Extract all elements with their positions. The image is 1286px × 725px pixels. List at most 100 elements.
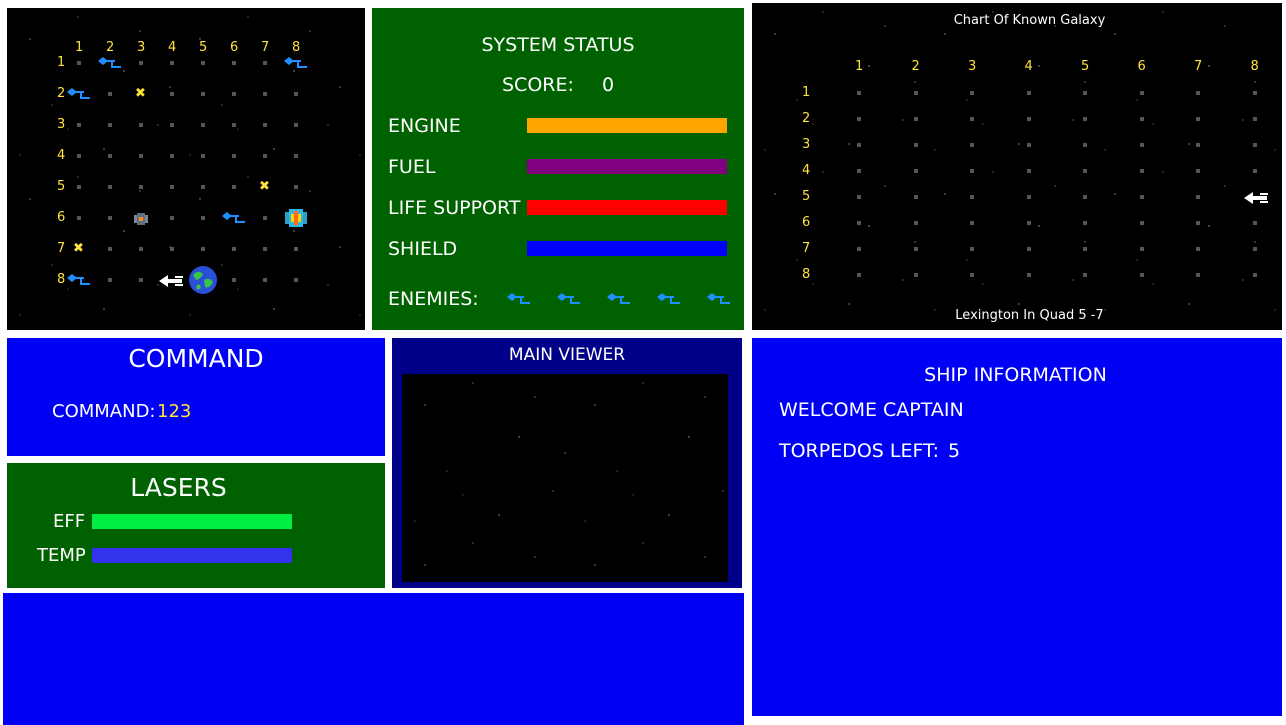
- galaxy-col-label: 2: [911, 59, 920, 74]
- klingon-ship-icon: [222, 210, 246, 226]
- sector-empty-dot: [232, 61, 236, 65]
- sector-col-label: 7: [261, 40, 270, 55]
- starbase-icon: [132, 211, 150, 230]
- enemy-icon: [607, 291, 631, 307]
- ship-info-title: SHIP INFORMATION: [924, 364, 1107, 386]
- sector-col-label: 4: [168, 40, 177, 55]
- sector-empty-dot: [139, 123, 143, 127]
- command-panel: COMMAND COMMAND: 123: [7, 338, 385, 456]
- enemy-icon: [507, 291, 531, 307]
- quadrant-dot: [1139, 195, 1144, 199]
- sector-empty-dot: [232, 92, 236, 96]
- system-label-shield: SHIELD: [388, 238, 458, 260]
- system-bar-engine: [527, 118, 727, 133]
- galaxy-chart-title: Chart Of Known Galaxy: [953, 13, 1106, 28]
- sector-empty-dot: [201, 247, 205, 251]
- starbase-icon: [283, 208, 309, 232]
- sector-empty-dot: [263, 123, 267, 127]
- sector-col-label: 8: [292, 40, 301, 55]
- sector-empty-dot: [232, 123, 236, 127]
- sector-empty-dot: [108, 278, 112, 282]
- sector-empty-dot: [294, 154, 298, 158]
- quadrant-dot: [1026, 195, 1031, 199]
- quadrant-dot: [1139, 143, 1144, 147]
- klingon-ship-icon: [98, 55, 122, 71]
- system-status-panel: SYSTEM STATUS SCORE: 0 ENEMIES: ENGINE FU…: [372, 8, 744, 330]
- sector-empty-dot: [170, 216, 174, 220]
- sector-empty-dot: [170, 61, 174, 65]
- main-viewer-panel: MAIN VIEWER: [392, 338, 742, 588]
- score-label: SCORE:: [502, 74, 574, 96]
- galaxy-row-label: 7: [802, 241, 811, 256]
- sector-empty-dot: [294, 278, 298, 282]
- sector-empty-dot: [263, 61, 267, 65]
- galaxy-col-label: 8: [1250, 59, 1259, 74]
- sector-empty-dot: [77, 154, 81, 158]
- sector-empty-dot: [263, 247, 267, 251]
- quadrant-dot: [1139, 273, 1144, 277]
- star-icon: ✖: [259, 179, 270, 194]
- sector-col-label: 5: [199, 40, 208, 55]
- klingon-ship-icon: [284, 55, 308, 71]
- galaxy-row-label: 1: [802, 85, 811, 100]
- sector-empty-dot: [294, 185, 298, 189]
- torpedos-label: TORPEDOS LEFT:: [779, 440, 940, 462]
- sector-empty-dot: [232, 185, 236, 189]
- galaxy-chart: Chart Of Known Galaxy Lexington In Quad …: [752, 3, 1282, 330]
- ship-information-panel: SHIP INFORMATION WELCOME CAPTAIN TORPEDO…: [752, 338, 1282, 716]
- quadrant-dot: [913, 117, 918, 121]
- quadrant-dot: [1026, 247, 1031, 251]
- galaxy-col-label: 4: [1024, 59, 1033, 74]
- sector-empty-dot: [232, 278, 236, 282]
- sector-empty-dot: [170, 247, 174, 251]
- system-bar-fuel: [527, 159, 727, 174]
- quadrant-dot: [1083, 221, 1087, 225]
- quadrant-dot: [1196, 169, 1200, 173]
- laser-temp-bar: [92, 548, 292, 563]
- sector-empty-dot: [108, 123, 112, 127]
- galaxy-col-label: 7: [1194, 59, 1203, 74]
- quadrant-dot: [1252, 169, 1257, 173]
- quadrant-dot: [857, 91, 861, 95]
- sector-row-label: 3: [57, 117, 66, 132]
- sector-empty-dot: [77, 216, 81, 220]
- sector-row-label: 1: [57, 55, 66, 70]
- quadrant-dot: [1139, 247, 1144, 251]
- quadrant-dot: [913, 195, 918, 199]
- welcome-message: WELCOME CAPTAIN: [779, 399, 964, 421]
- laser-eff-label: EFF: [53, 511, 86, 532]
- sector-empty-dot: [232, 247, 236, 251]
- quadrant-dot: [970, 195, 974, 199]
- quadrant-dot: [970, 221, 974, 225]
- system-status-title: SYSTEM STATUS: [481, 34, 635, 56]
- quadrant-dot: [970, 143, 974, 147]
- enemy-icon: [557, 291, 581, 307]
- galaxy-row-label: 4: [802, 163, 811, 178]
- sector-empty-dot: [139, 185, 143, 189]
- quadrant-dot: [1196, 273, 1200, 277]
- sector-empty-dot: [201, 154, 205, 158]
- sector-empty-dot: [263, 216, 267, 220]
- quadrant-dot: [1083, 273, 1087, 277]
- quadrant-dot: [857, 273, 861, 277]
- sector-empty-dot: [201, 61, 205, 65]
- sector-empty-dot: [263, 278, 267, 282]
- quadrant-dot: [1083, 247, 1087, 251]
- quadrant-dot: [1196, 117, 1200, 121]
- sector-empty-dot: [139, 247, 143, 251]
- sector-empty-dot: [263, 154, 267, 158]
- sector-empty-dot: [201, 92, 205, 96]
- galaxy-col-label: 1: [855, 59, 864, 74]
- laser-temp-label: TEMP: [37, 545, 86, 566]
- quadrant-dot: [1026, 221, 1031, 225]
- sector-empty-dot: [201, 216, 205, 220]
- sector-empty-dot: [139, 278, 143, 282]
- sector-row-label: 6: [57, 210, 66, 225]
- lasers-title: LASERS: [130, 473, 227, 502]
- enemies-label: ENEMIES:: [388, 288, 479, 310]
- ship-location-label: Lexington In Quad 5 -7: [955, 308, 1104, 323]
- galaxy-row-label: 2: [802, 111, 811, 126]
- sector-col-label: 3: [137, 40, 146, 55]
- command-input[interactable]: 123: [157, 401, 191, 422]
- enemy-icon: [657, 291, 681, 307]
